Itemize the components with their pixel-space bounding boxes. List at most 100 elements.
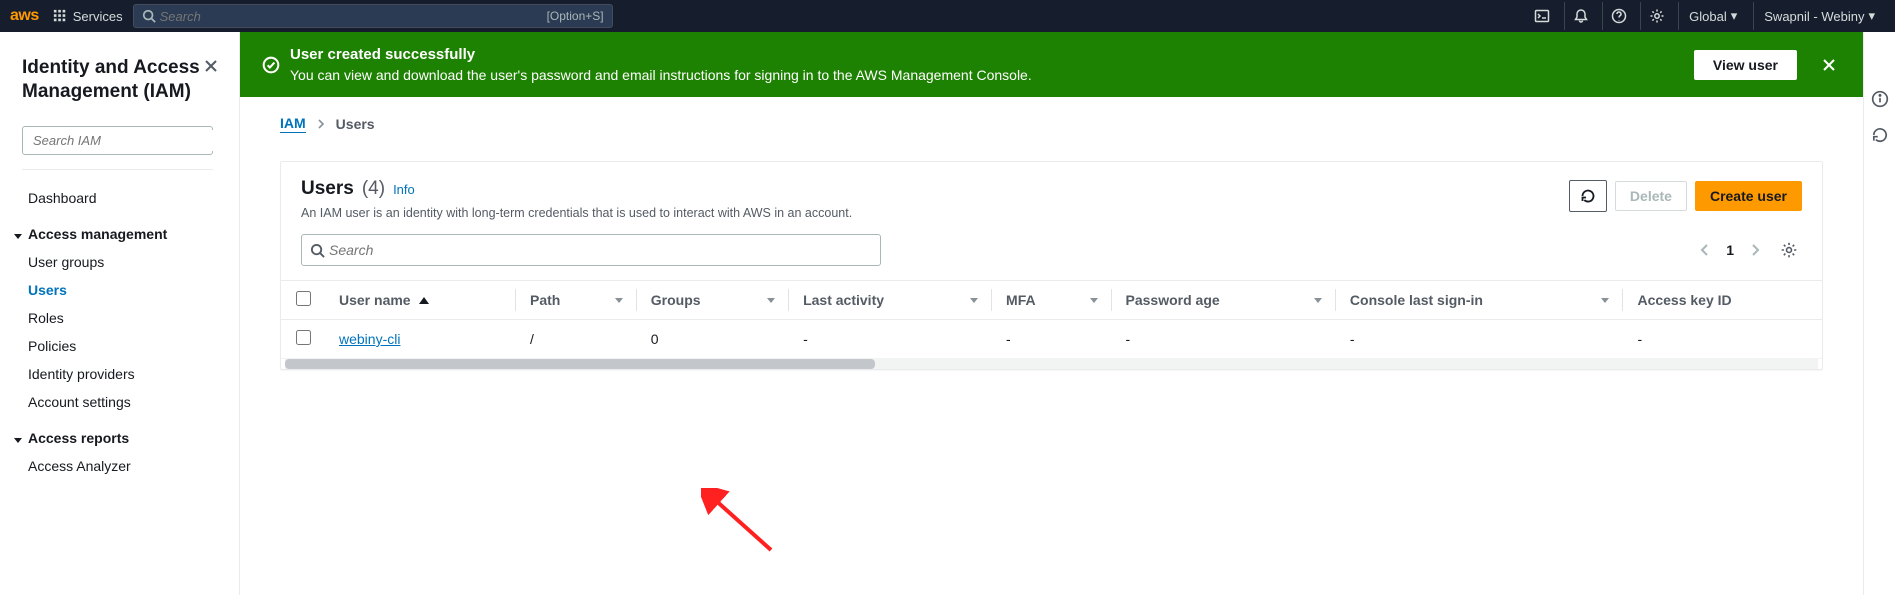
sidebar-section-access-reports[interactable]: Access reports bbox=[10, 416, 225, 452]
sidebar-item-policies[interactable]: Policies bbox=[10, 332, 225, 360]
info-panel-toggle[interactable] bbox=[1871, 90, 1889, 108]
search-icon bbox=[142, 9, 156, 23]
page-number: 1 bbox=[1726, 242, 1734, 258]
sort-icon bbox=[767, 298, 775, 303]
info-link[interactable]: Info bbox=[393, 182, 415, 197]
close-icon bbox=[203, 58, 219, 74]
caret-down-icon: ▾ bbox=[1731, 8, 1738, 24]
settings-button[interactable] bbox=[1640, 2, 1672, 30]
table-preferences-button[interactable] bbox=[1776, 237, 1802, 263]
sort-icon bbox=[615, 298, 623, 303]
sort-icon bbox=[1090, 298, 1098, 303]
flash-description: You can view and download the user's pas… bbox=[290, 67, 1694, 83]
table-search-input[interactable] bbox=[325, 240, 872, 260]
breadcrumb-current: Users bbox=[336, 116, 375, 132]
aws-logo[interactable]: aws bbox=[10, 7, 39, 25]
column-password-age[interactable]: Password age bbox=[1112, 281, 1336, 320]
cell-groups: 0 bbox=[637, 320, 789, 359]
sidebar-item-account-settings[interactable]: Account settings bbox=[10, 388, 225, 416]
sidebar-item-user-groups[interactable]: User groups bbox=[10, 248, 225, 276]
row-select-checkbox[interactable] bbox=[296, 330, 311, 345]
sidebar-search-input[interactable] bbox=[29, 130, 215, 151]
refresh-icon bbox=[1871, 126, 1889, 144]
sidebar-item-identity-providers[interactable]: Identity providers bbox=[10, 360, 225, 388]
help-button[interactable] bbox=[1602, 2, 1634, 30]
cell-access-key-id: - bbox=[1623, 320, 1822, 359]
notifications-button[interactable] bbox=[1564, 2, 1596, 30]
sidebar-nav: Dashboard Access management User groups … bbox=[4, 184, 231, 480]
users-table: User name Path Groups Last activity MFA … bbox=[281, 280, 1822, 359]
breadcrumb: IAM Users bbox=[240, 97, 1863, 141]
search-icon bbox=[310, 243, 325, 258]
cell-password-age: - bbox=[1112, 320, 1336, 359]
user-name-link[interactable]: webiny-cli bbox=[339, 331, 400, 347]
region-selector[interactable]: Global▾ bbox=[1678, 2, 1747, 30]
sidebar-section-access-management[interactable]: Access management bbox=[10, 212, 225, 248]
flash-close-button[interactable] bbox=[1817, 53, 1841, 77]
check-circle-icon bbox=[262, 56, 280, 74]
table-row: webiny-cli / 0 - - - - - bbox=[281, 320, 1822, 359]
column-access-key-id[interactable]: Access key ID bbox=[1623, 281, 1822, 320]
chevron-right-icon bbox=[316, 119, 326, 129]
top-nav-right: Global▾ Swapnil - Webiny▾ bbox=[1526, 2, 1885, 30]
column-console-sign-in[interactable]: Console last sign-in bbox=[1336, 281, 1624, 320]
global-search[interactable]: [Option+S] bbox=[133, 4, 613, 28]
page-prev-button[interactable] bbox=[1696, 239, 1714, 261]
caret-down-icon: ▾ bbox=[1868, 8, 1875, 24]
column-path[interactable]: Path bbox=[516, 281, 637, 320]
flash-success: User created successfully You can view a… bbox=[240, 32, 1863, 97]
pagination: 1 bbox=[1696, 237, 1802, 263]
services-menu[interactable]: Services bbox=[53, 9, 123, 24]
sidebar-item-users[interactable]: Users bbox=[10, 276, 225, 304]
users-panel: Users (4) Info An IAM user is an identit… bbox=[280, 161, 1823, 370]
global-search-input[interactable] bbox=[156, 7, 547, 26]
panel-title: Users (4) Info bbox=[301, 178, 1569, 200]
sort-icon bbox=[1601, 298, 1609, 303]
select-all-checkbox[interactable] bbox=[296, 291, 311, 306]
column-groups[interactable]: Groups bbox=[637, 281, 789, 320]
users-table-wrap: User name Path Groups Last activity MFA … bbox=[281, 280, 1822, 369]
sort-icon bbox=[970, 298, 978, 303]
sidebar-search bbox=[22, 126, 213, 155]
sidebar-item-access-analyzer[interactable]: Access Analyzer bbox=[10, 452, 225, 480]
column-last-activity[interactable]: Last activity bbox=[789, 281, 992, 320]
column-user-name[interactable]: User name bbox=[325, 281, 516, 320]
cell-path: / bbox=[516, 320, 637, 359]
panel-count: (4) bbox=[362, 178, 385, 200]
search-shortcut-hint: [Option+S] bbox=[547, 9, 604, 23]
horizontal-scrollbar[interactable] bbox=[285, 359, 1818, 369]
refresh-button[interactable] bbox=[1569, 180, 1607, 212]
right-tools-rail bbox=[1863, 32, 1895, 595]
cell-mfa: - bbox=[992, 320, 1111, 359]
column-mfa[interactable]: MFA bbox=[992, 281, 1111, 320]
close-sidebar-button[interactable] bbox=[203, 58, 219, 74]
sidebar: Identity and Access Management (IAM) Das… bbox=[0, 32, 240, 595]
rail-refresh-button[interactable] bbox=[1871, 126, 1889, 144]
sidebar-item-roles[interactable]: Roles bbox=[10, 304, 225, 332]
caret-down-icon bbox=[14, 430, 22, 446]
info-icon bbox=[1871, 90, 1889, 108]
aws-top-nav: aws Services [Option+S] Global▾ Swapnil … bbox=[0, 0, 1895, 32]
sort-ascending-icon bbox=[419, 297, 429, 304]
grid-icon bbox=[53, 9, 67, 23]
delete-button[interactable]: Delete bbox=[1615, 181, 1687, 211]
cell-console-sign-in: - bbox=[1336, 320, 1624, 359]
divider bbox=[22, 169, 213, 170]
table-search[interactable] bbox=[301, 234, 881, 266]
caret-down-icon bbox=[14, 226, 22, 242]
close-icon bbox=[1821, 57, 1837, 73]
create-user-button[interactable]: Create user bbox=[1695, 181, 1802, 211]
main-content: User created successfully You can view a… bbox=[240, 32, 1863, 595]
services-label: Services bbox=[73, 9, 123, 24]
breadcrumb-root-link[interactable]: IAM bbox=[280, 115, 306, 133]
chevron-right-icon bbox=[1750, 243, 1760, 257]
refresh-icon bbox=[1580, 188, 1596, 204]
annotation-arrow bbox=[701, 488, 781, 558]
account-menu[interactable]: Swapnil - Webiny▾ bbox=[1753, 2, 1885, 30]
flash-title: User created successfully bbox=[290, 46, 1694, 63]
sort-icon bbox=[1314, 298, 1322, 303]
cloudshell-button[interactable] bbox=[1526, 2, 1558, 30]
sidebar-item-dashboard[interactable]: Dashboard bbox=[10, 184, 225, 212]
page-next-button[interactable] bbox=[1746, 239, 1764, 261]
view-user-button[interactable]: View user bbox=[1694, 50, 1797, 80]
